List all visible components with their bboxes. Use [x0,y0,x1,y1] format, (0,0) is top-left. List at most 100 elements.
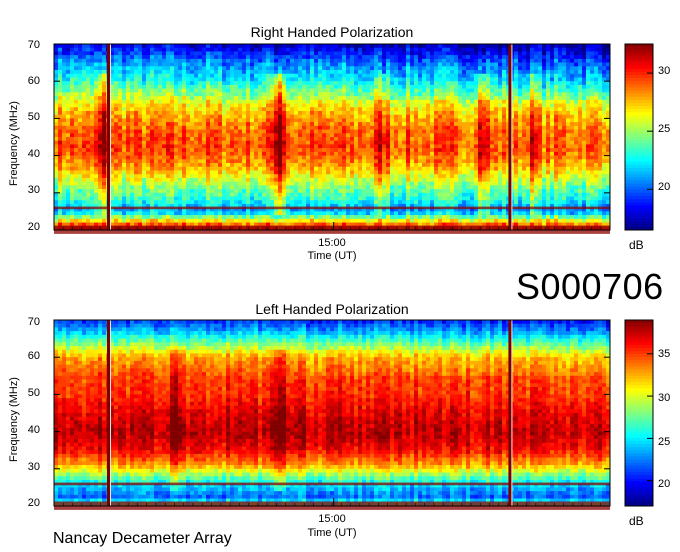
spectrogram-cell [370,151,375,156]
spectrogram-cell [154,140,159,145]
spectrogram-cell [226,107,231,112]
spectrogram-cell [454,81,459,86]
spectrogram-cell [534,81,539,86]
spectrogram-cell [66,122,71,127]
spectrogram-cell [86,44,91,49]
spectrogram-cell [270,174,275,179]
spectrogram-cell [382,96,387,101]
spectrogram-cell [482,133,487,138]
spectrogram-cell [302,166,307,171]
spectrogram-cell [274,77,279,82]
spectrogram-cell [438,151,443,156]
spectrogram-cell [522,107,527,112]
spectrogram-cell [414,125,419,130]
spectrogram-cell [294,73,299,78]
spectrogram-cell [270,73,275,78]
spectrogram-cell [338,174,343,179]
spectrogram-cell [414,159,419,164]
spectrogram-cell [434,62,439,67]
spectrogram-cell [174,163,179,168]
spectrogram-cell [130,88,135,93]
spectrogram-cell [134,99,139,104]
spectrogram-cell [566,84,571,89]
spectrogram-cell [314,58,319,63]
spectrogram-cell [446,47,451,52]
spectrogram-cell [294,51,299,56]
spectrogram-cell [318,148,323,153]
spectrogram-cell [206,84,211,89]
spectrogram-cell [418,99,423,104]
spectrogram-cell [318,77,323,82]
spectrogram-cell [326,129,331,134]
spectrogram-cell [442,163,447,168]
spectrogram-cell [542,81,547,86]
spectrogram-cell [270,92,275,97]
spectrogram-cell [330,84,335,89]
spectrogram-cell [182,77,187,82]
spectrogram-cell [522,151,527,156]
spectrogram-cell [602,73,607,78]
spectrogram-cell [466,125,471,130]
spectrogram-cell [102,55,107,60]
spectrogram-cell [174,51,179,56]
spectrogram-cell [430,137,435,142]
spectrogram-cell [54,92,59,97]
spectrogram-cell [358,170,363,175]
spectrogram-cell [218,140,223,145]
spectrogram-cell [502,163,507,168]
spectrogram-cell [566,140,571,145]
spectrogram-cell [530,81,535,86]
spectrogram-cell [54,62,59,67]
spectrogram-cell [222,103,227,108]
spectrogram-cell [542,92,547,97]
spectrogram-cell [326,88,331,93]
spectrogram-cell [410,70,415,75]
spectrogram-cell [214,148,219,153]
spectrogram-cell [78,88,83,93]
spectrogram-cell [242,44,247,49]
spectrogram-cell [94,166,99,171]
spectrogram-cell [78,77,83,82]
spectrogram-cell [58,84,63,89]
spectrogram-cell [590,140,595,145]
spectrogram-cell [378,110,383,115]
spectrogram-cell [486,44,491,49]
spectrogram-cell [178,58,183,63]
spectrogram-cell [226,81,231,86]
spectrogram-cell [142,73,147,78]
spectrogram-cell [62,84,67,89]
spectrogram-cell [134,103,139,108]
spectrogram-cell [242,107,247,112]
spectrogram-cell [474,84,479,89]
spectrogram-cell [442,62,447,67]
spectrogram-cell [418,96,423,101]
spectrogram-cell [514,159,519,164]
spectrogram-cell [166,55,171,60]
spectrogram-cell [298,88,303,93]
spectrogram-cell [214,103,219,108]
spectrogram-cell [490,170,495,175]
spectrogram-cell [150,166,155,171]
spectrogram-cell [122,140,127,145]
spectrogram-cell [146,114,151,119]
spectrogram-cell [302,103,307,108]
spectrogram-cell [382,129,387,134]
spectrogram-cell [434,118,439,123]
spectrogram-cell [194,58,199,63]
spectrogram-cell [482,137,487,142]
spectrogram-cell [82,51,87,56]
spectrogram-cell [410,159,415,164]
spectrogram-cell [386,51,391,56]
spectrogram-cell [186,96,191,101]
spectrogram-cell [138,140,143,145]
spectrogram-cell [182,125,187,130]
spectrogram-cell [214,81,219,86]
spectrogram-cell [158,88,163,93]
spectrogram-cell [254,155,259,160]
spectrogram-cell [190,99,195,104]
spectrogram-cell [466,148,471,153]
spectrogram-cell [138,62,143,67]
spectrogram-cell [266,44,271,49]
spectrogram-cell [582,133,587,138]
spectrogram-cell [378,163,383,168]
